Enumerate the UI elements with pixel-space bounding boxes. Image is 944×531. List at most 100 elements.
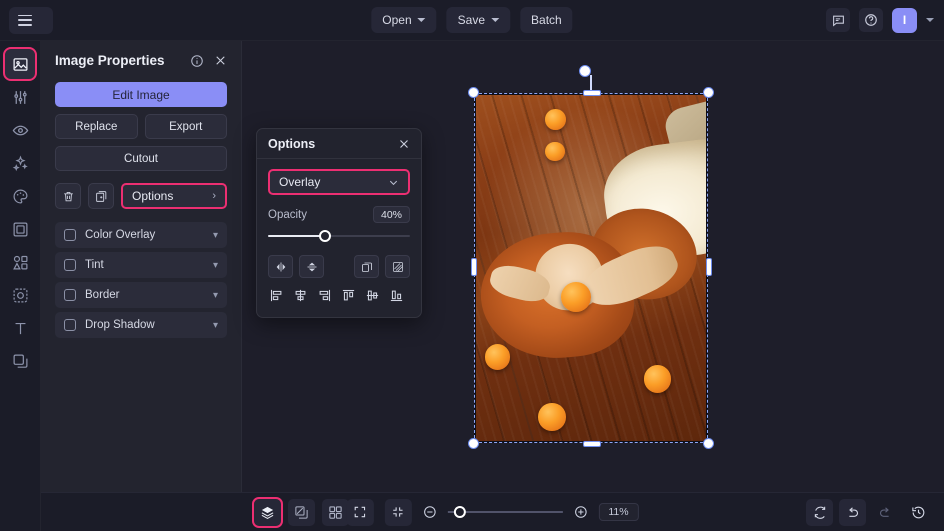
export-button[interactable]: Export	[145, 114, 228, 139]
cutout-button[interactable]: Cutout	[55, 146, 227, 171]
layers-button[interactable]	[254, 499, 281, 526]
zoom-level-value[interactable]: 11%	[598, 503, 638, 521]
duplicate-icon[interactable]	[88, 183, 114, 209]
close-icon[interactable]	[398, 138, 410, 150]
drop-shadow-checkbox[interactable]	[64, 319, 76, 331]
accordion-label: Drop Shadow	[85, 319, 204, 331]
slider-knob[interactable]	[319, 230, 331, 242]
mask-icon[interactable]	[385, 255, 410, 278]
opacity-slider[interactable]	[268, 229, 410, 243]
resize-handle-left[interactable]	[471, 258, 477, 276]
accordion-color-overlay[interactable]: Color Overlay ▾	[55, 222, 227, 248]
tint-checkbox[interactable]	[64, 259, 76, 271]
sidebar-item-adjustments-tool[interactable]	[5, 82, 35, 112]
zoom-out-icon[interactable]	[422, 505, 436, 519]
align-bottom-icon[interactable]	[388, 287, 405, 304]
chevron-down-icon[interactable]: ▾	[213, 320, 218, 331]
resize-handle-right[interactable]	[706, 258, 712, 276]
chevron-down-icon[interactable]: ▾	[213, 290, 218, 301]
history-button[interactable]	[905, 499, 932, 526]
resize-handle-top-right[interactable]	[703, 87, 714, 98]
flip-horizontal-icon[interactable]	[268, 255, 293, 278]
chevron-down-icon	[388, 177, 399, 188]
comment-icon[interactable]	[826, 8, 850, 32]
avatar[interactable]: I	[892, 8, 917, 33]
open-button[interactable]: Open	[371, 7, 436, 33]
help-icon[interactable]	[859, 8, 883, 32]
resize-handle-bottom-left[interactable]	[468, 438, 479, 449]
trash-icon[interactable]	[55, 183, 81, 209]
accordion-drop-shadow[interactable]: Drop Shadow ▾	[55, 312, 227, 338]
undo-button[interactable]	[839, 499, 866, 526]
orange-fruit	[485, 344, 510, 370]
accordion-border[interactable]: Border ▾	[55, 282, 227, 308]
mask-button[interactable]	[288, 499, 315, 526]
sidebar-item-eye-tool[interactable]	[5, 115, 35, 145]
rotate-handle[interactable]	[579, 65, 591, 77]
accordion-label: Border	[85, 289, 204, 301]
redo-button[interactable]	[872, 499, 899, 526]
orange-fruit	[545, 142, 565, 161]
page-title: Image Properties	[55, 53, 165, 68]
open-label: Open	[382, 13, 411, 27]
chevron-down-icon	[418, 18, 426, 22]
panel-header: Image Properties	[55, 53, 227, 68]
chevron-down-icon[interactable]	[926, 18, 934, 22]
chevron-down-icon[interactable]: ▾	[213, 230, 218, 241]
blend-mode-select[interactable]: Overlay	[268, 169, 410, 195]
batch-button[interactable]: Batch	[520, 7, 573, 33]
align-left-icon[interactable]	[268, 287, 285, 304]
resize-handle-bottom[interactable]	[583, 441, 601, 447]
opacity-value[interactable]: 40%	[373, 206, 410, 223]
accordion-tint[interactable]: Tint ▾	[55, 252, 227, 278]
file-actions: Open Save Batch	[371, 7, 572, 33]
chevron-right-icon: ›	[212, 190, 216, 202]
align-center-horizontal-icon[interactable]	[292, 287, 309, 304]
close-icon[interactable]	[214, 54, 227, 67]
fit-screen-icon[interactable]	[346, 499, 373, 526]
tool-rail	[0, 41, 41, 531]
sidebar-item-image-tool[interactable]	[5, 49, 35, 79]
zoom-in-icon[interactable]	[573, 505, 587, 519]
sidebar-item-overlay-tool[interactable]	[5, 346, 35, 376]
account-area: I	[826, 8, 934, 33]
sidebar-item-color-tool[interactable]	[5, 181, 35, 211]
replace-button[interactable]: Replace	[55, 114, 138, 139]
save-button[interactable]: Save	[447, 7, 510, 33]
zoom-controls: 11%	[346, 499, 638, 526]
effect-accordion-list: Color Overlay ▾ Tint ▾ Border ▾ Drop Sha…	[55, 222, 227, 338]
zoom-slider[interactable]	[447, 506, 562, 518]
sidebar-item-frame-tool[interactable]	[5, 214, 35, 244]
resize-handle-top-left[interactable]	[468, 87, 479, 98]
selected-layer-wrapper[interactable]	[468, 87, 714, 449]
align-icons-row	[268, 287, 410, 304]
reset-button[interactable]	[806, 499, 833, 526]
info-icon[interactable]	[190, 54, 204, 68]
zoom-slider-knob[interactable]	[453, 506, 465, 518]
options-button[interactable]: Options ›	[121, 183, 227, 209]
align-top-icon[interactable]	[340, 287, 357, 304]
edit-image-button[interactable]: Edit Image	[55, 82, 227, 107]
brand-menu-button[interactable]	[9, 7, 53, 34]
align-right-icon[interactable]	[316, 287, 333, 304]
sidebar-item-cutout-tool[interactable]	[5, 280, 35, 310]
sidebar-item-effects-tool[interactable]	[5, 148, 35, 178]
image-layer[interactable]	[474, 93, 708, 443]
flip-vertical-icon[interactable]	[299, 255, 324, 278]
resize-handle-bottom-right[interactable]	[703, 438, 714, 449]
sidebar-item-text-tool[interactable]	[5, 313, 35, 343]
accordion-label: Tint	[85, 259, 204, 271]
sidebar-item-shapes-tool[interactable]	[5, 247, 35, 277]
accordion-label: Color Overlay	[85, 229, 204, 241]
orange-fruit	[538, 403, 566, 431]
chevron-down-icon[interactable]: ▾	[213, 260, 218, 271]
grid-button[interactable]	[322, 499, 349, 526]
duplicate-layer-icon[interactable]	[354, 255, 379, 278]
shrink-icon[interactable]	[384, 499, 411, 526]
align-middle-vertical-icon[interactable]	[364, 287, 381, 304]
layer-actions-row: Options ›	[55, 183, 227, 209]
resize-handle-top[interactable]	[583, 90, 601, 96]
color-overlay-checkbox[interactable]	[64, 229, 76, 241]
border-checkbox[interactable]	[64, 289, 76, 301]
hamburger-icon[interactable]	[18, 15, 32, 26]
